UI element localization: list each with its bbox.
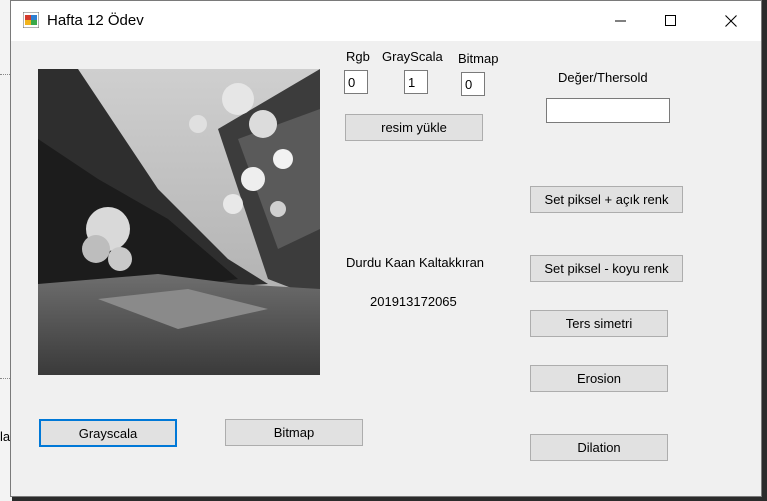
- bitmap-label: Bitmap: [458, 51, 499, 66]
- reverse-symmetry-button[interactable]: Ters simetri: [530, 310, 668, 337]
- image-picturebox: [38, 69, 320, 375]
- set-pixel-dark-button[interactable]: Set piksel - koyu renk: [530, 255, 683, 282]
- erosion-button[interactable]: Erosion: [530, 365, 668, 392]
- maximize-button[interactable]: [648, 1, 694, 41]
- set-pixel-light-button[interactable]: Set piksel + açık renk: [530, 186, 683, 213]
- app-icon: [23, 12, 39, 28]
- threshold-field[interactable]: [546, 98, 670, 123]
- student-number-label: 201913172065: [370, 294, 457, 309]
- minimize-icon: [615, 20, 626, 22]
- rgb-label: Rgb: [346, 49, 370, 64]
- grayscala-field[interactable]: [404, 70, 428, 94]
- maximize-icon: [665, 15, 676, 26]
- close-button[interactable]: [708, 1, 754, 41]
- bitmap-field[interactable]: [461, 72, 485, 96]
- rgb-field[interactable]: [344, 70, 368, 94]
- load-image-button[interactable]: resim yükle: [345, 114, 483, 141]
- grayscala-label: GrayScala: [382, 49, 443, 64]
- background-text: la: [0, 429, 11, 444]
- author-name-label: Durdu Kaan Kaltakkıran: [346, 255, 485, 270]
- background-divider: [0, 378, 10, 379]
- threshold-label: Değer/Thersold: [558, 70, 648, 85]
- background-divider: [0, 74, 10, 75]
- minimize-button[interactable]: [598, 1, 644, 41]
- close-icon: [725, 15, 737, 27]
- title-bar[interactable]: Hafta 12 Ödev: [11, 1, 761, 41]
- window-title: Hafta 12 Ödev: [47, 12, 144, 29]
- main-window: Hafta 12 Ödev Rgb 0 GrayScala 1 Bitmap 0…: [10, 0, 762, 497]
- bitmap-button[interactable]: Bitmap: [225, 419, 363, 446]
- dilation-button[interactable]: Dilation: [530, 434, 668, 461]
- grayscala-button[interactable]: Grayscala: [39, 419, 177, 447]
- landscape-photo-icon: [38, 69, 320, 375]
